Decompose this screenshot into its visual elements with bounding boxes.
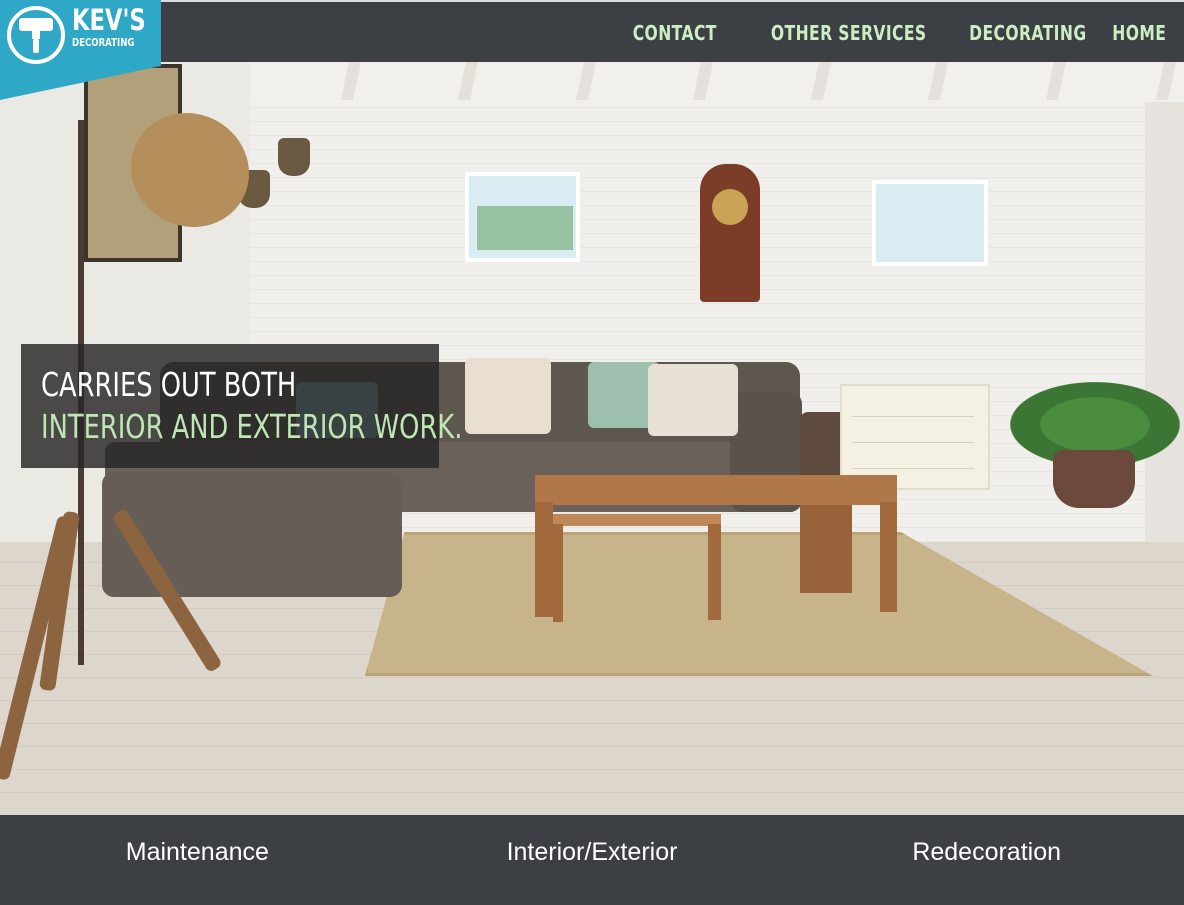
- logo-wordmark: KEV'S DECORATING: [72, 3, 146, 49]
- main-nav: CONTACT OTHER SERVICES DECORATING HOME: [633, 2, 1166, 64]
- plant-pot: [1053, 450, 1135, 508]
- window-left: [465, 172, 580, 262]
- brand-logo[interactable]: KEV'S DECORATING: [0, 0, 161, 100]
- caption-line-1: CARRIES OUT BOTH: [41, 365, 297, 404]
- wall-clock: [700, 164, 760, 302]
- sofa-chaise: [102, 472, 402, 597]
- coffee-table: [535, 475, 897, 505]
- nav-other-services[interactable]: OTHER SERVICES: [771, 21, 927, 45]
- top-navigation-bar: CONTACT OTHER SERVICES DECORATING HOME: [0, 0, 1184, 62]
- service-redecoration[interactable]: Redecoration: [789, 815, 1184, 905]
- hero-image: CARRIES OUT BOTH INTERIOR AND EXTERIOR W…: [0, 62, 1184, 815]
- caption-line-2: INTERIOR AND EXTERIOR WORK.: [41, 407, 463, 446]
- nav-home[interactable]: HOME: [1112, 21, 1166, 45]
- cushion: [465, 358, 551, 434]
- service-interior-exterior[interactable]: Interior/Exterior: [395, 815, 790, 905]
- hero-caption: CARRIES OUT BOTH INTERIOR AND EXTERIOR W…: [21, 344, 463, 468]
- hanging-plant-icon: [278, 138, 310, 176]
- services-bar: Maintenance Interior/Exterior Redecorati…: [0, 815, 1184, 905]
- paint-roller-icon: [7, 6, 65, 64]
- window-right: [872, 180, 988, 266]
- service-maintenance[interactable]: Maintenance: [0, 815, 395, 905]
- logo-title: KEV'S: [72, 3, 146, 37]
- logo-subtitle: DECORATING: [72, 36, 135, 49]
- cushion: [648, 364, 738, 436]
- right-wall: [1145, 102, 1184, 552]
- nav-contact[interactable]: CONTACT: [633, 21, 717, 45]
- nav-decorating[interactable]: DECORATING: [969, 21, 1086, 45]
